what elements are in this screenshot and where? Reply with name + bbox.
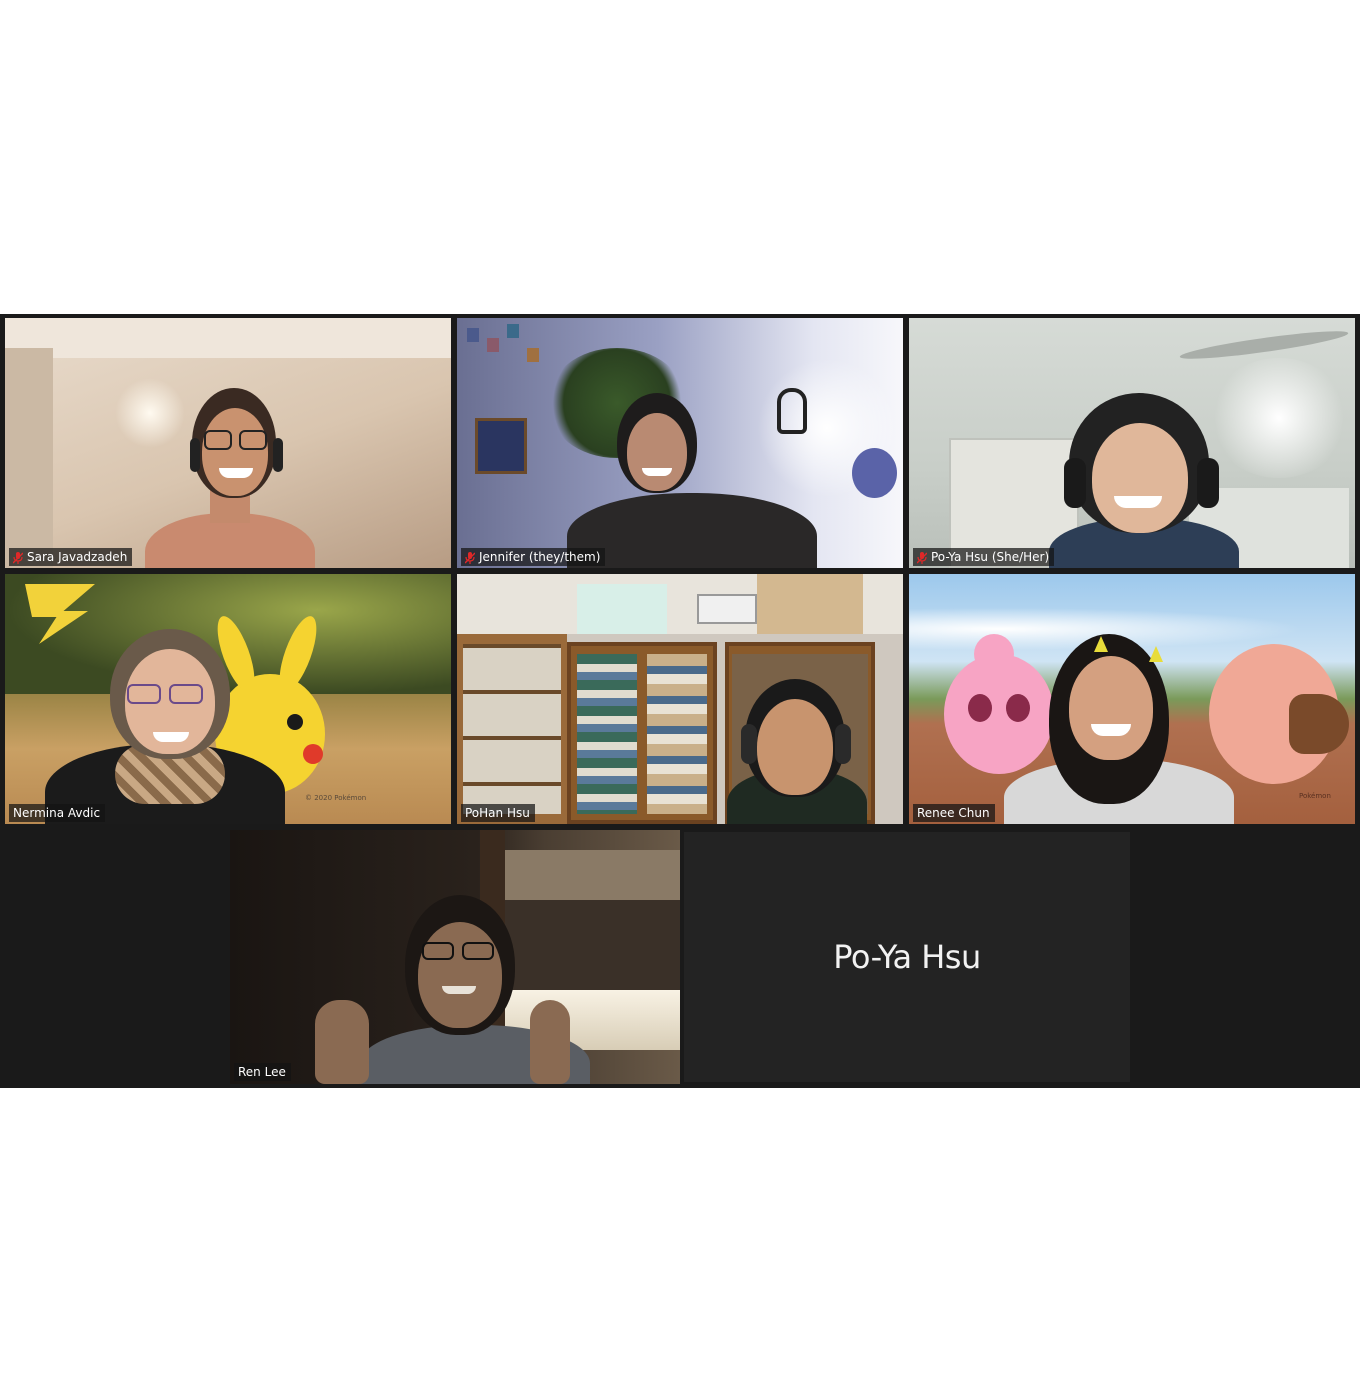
participant-name-tag: Nermina Avdic <box>9 804 106 822</box>
video-feed <box>5 318 451 568</box>
video-feed <box>230 830 680 1084</box>
video-gallery: Sara Javadzadeh Jennifer (they/them) Po-… <box>0 314 1360 1088</box>
video-tile-poya[interactable]: Po-Ya Hsu (She/Her) <box>909 318 1355 568</box>
background-caption: © 2020 Pokémon <box>305 794 367 802</box>
clefairy-figure <box>1209 634 1349 784</box>
mic-muted-icon <box>916 551 928 564</box>
participant-name: Nermina Avdic <box>13 806 101 820</box>
video-feed: Pokémon <box>909 574 1355 824</box>
video-feed <box>909 318 1355 568</box>
participant-name-tag: PoHan Hsu <box>461 804 535 822</box>
video-feed <box>457 318 903 568</box>
video-tile-renee[interactable]: Pokémon Renee Chun <box>909 574 1355 824</box>
mic-muted-icon <box>464 551 476 564</box>
video-tile-nermina[interactable]: © 2020 Pokémon Nermina Avdic <box>5 574 451 824</box>
participant-name: Jennifer (they/them) <box>479 550 601 564</box>
participant-name-tag: Ren Lee <box>234 1063 291 1081</box>
mic-muted-icon <box>12 551 24 564</box>
background-caption: Pokémon <box>1299 792 1331 800</box>
participant-name: Renee Chun <box>917 806 990 820</box>
video-feed <box>457 574 903 824</box>
participant-name-tag: Sara Javadzadeh <box>9 548 133 566</box>
participant-name-tag: Jennifer (they/them) <box>461 548 606 566</box>
participant-name: Po-Ya Hsu (She/Her) <box>931 550 1050 564</box>
video-tile-poya-camera-off[interactable]: Po-Ya Hsu <box>684 832 1130 1082</box>
video-tile-ren[interactable]: Ren Lee <box>230 830 680 1084</box>
video-tile-jennifer[interactable]: Jennifer (they/them) <box>457 318 903 568</box>
jigglypuff-figure <box>944 634 1054 774</box>
participant-name: Ren Lee <box>238 1065 286 1079</box>
video-feed: © 2020 Pokémon <box>5 574 451 824</box>
participant-name-tag: Po-Ya Hsu (She/Her) <box>913 548 1055 566</box>
video-tile-sara[interactable]: Sara Javadzadeh <box>5 318 451 568</box>
video-tile-pohan[interactable]: PoHan Hsu <box>457 574 903 824</box>
participant-name: PoHan Hsu <box>465 806 530 820</box>
participant-name-tag: Renee Chun <box>913 804 995 822</box>
participant-name: Sara Javadzadeh <box>27 550 128 564</box>
participant-name-card-label: Po-Ya Hsu <box>833 938 981 976</box>
